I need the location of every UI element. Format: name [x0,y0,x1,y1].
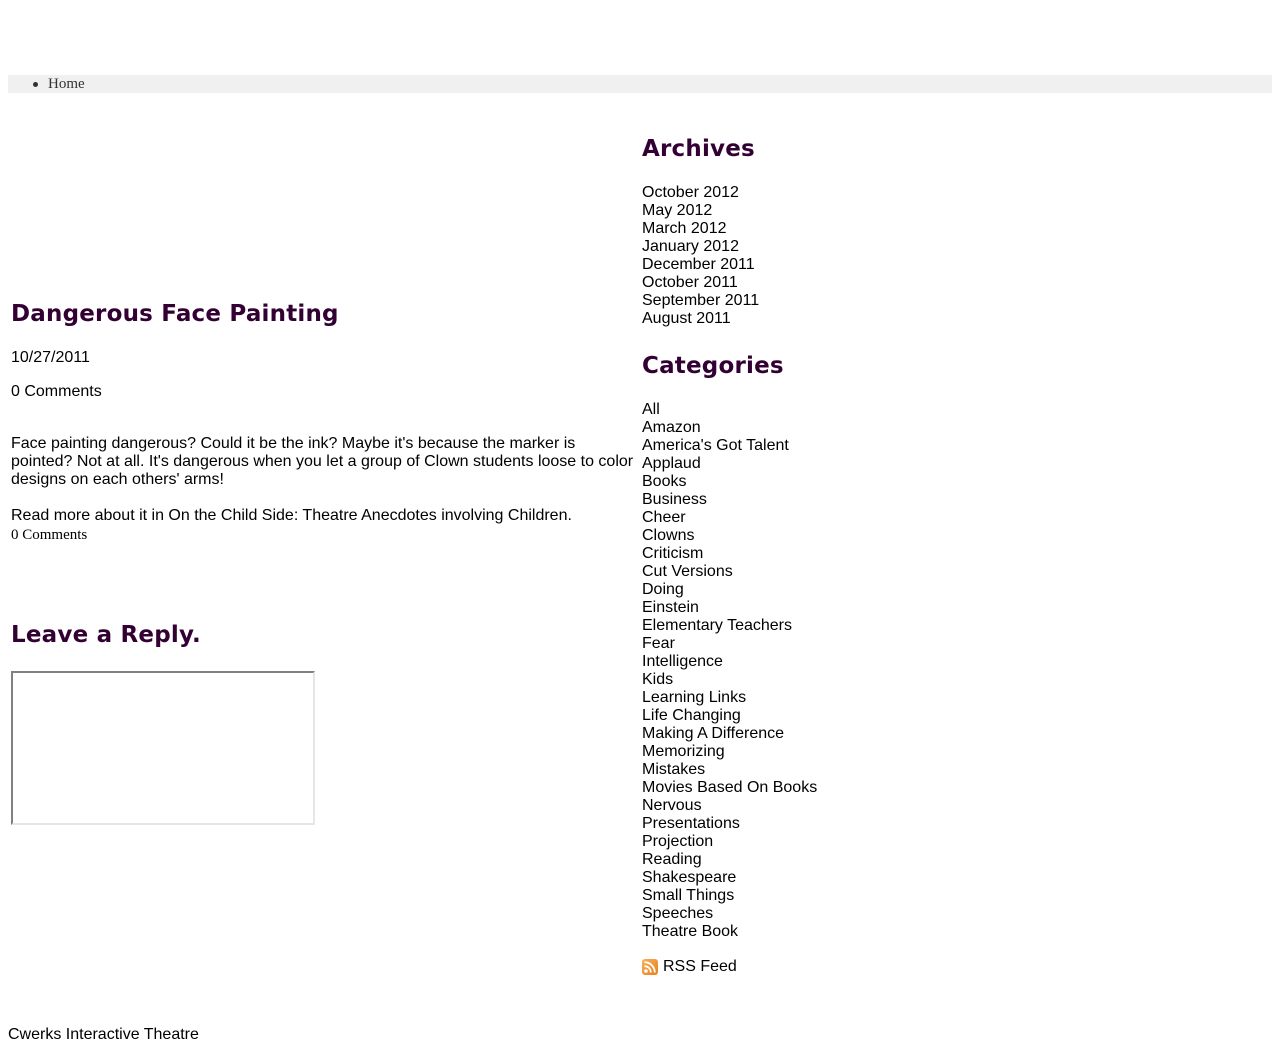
rss-feed-link[interactable]: RSS Feed [642,958,737,976]
category-link[interactable]: Amazon [642,419,817,437]
category-link[interactable]: Einstein [642,599,817,617]
category-link[interactable]: Reading [642,851,817,869]
rss-icon [642,959,658,975]
page: Home Dangerous Face Painting 10/27/2011 … [0,0,1287,1061]
category-link[interactable]: Intelligence [642,653,817,671]
category-link[interactable]: Business [642,491,817,509]
category-link[interactable]: Shakespeare [642,869,817,887]
archive-link[interactable]: October 2011 [642,274,759,292]
category-link[interactable]: Movies Based On Books [642,779,817,797]
archives-list: October 2012 May 2012 March 2012 January… [642,184,759,328]
category-link[interactable]: Learning Links [642,689,817,707]
post-date: 10/27/2011 [11,349,90,366]
category-link[interactable]: Kids [642,671,817,689]
category-link[interactable]: Books [642,473,817,491]
nav-item-home[interactable]: Home [33,75,85,93]
post-paragraph: Read more about it in On the Child Side:… [11,507,572,524]
reply-heading: Leave a Reply. [11,622,201,648]
category-link[interactable]: Cheer [642,509,817,527]
category-link[interactable]: Memorizing [642,743,817,761]
top-navigation-bar: Home [8,75,1272,93]
category-link[interactable]: Nervous [642,797,817,815]
category-link[interactable]: Making A Difference [642,725,817,743]
category-link[interactable]: Criticism [642,545,817,563]
rss-feed-label: RSS Feed [663,958,737,975]
footer-text: Cwerks Interactive Theatre [8,1026,199,1043]
post-paragraph: Face painting dangerous? Could it be the… [11,435,634,488]
archive-link[interactable]: September 2011 [642,292,759,310]
category-link[interactable]: Speeches [642,905,817,923]
category-link[interactable]: Small Things [642,887,817,905]
category-link[interactable]: Cut Versions [642,563,817,581]
category-link[interactable]: Doing [642,581,817,599]
archive-link[interactable]: August 2011 [642,310,759,328]
nav-item-label: Home [48,75,85,92]
category-link[interactable]: Presentations [642,815,817,833]
bullet-icon [33,81,38,87]
category-link[interactable]: Mistakes [642,761,817,779]
categories-heading: Categories [642,353,784,379]
category-link[interactable]: Theatre Book [642,923,817,941]
category-link[interactable]: Elementary Teachers [642,617,817,635]
category-link[interactable]: Applaud [642,455,817,473]
archive-link[interactable]: March 2012 [642,220,759,238]
category-link[interactable]: Life Changing [642,707,817,725]
post-body: Face painting dangerous? Could it be the… [11,435,639,543]
post-title[interactable]: Dangerous Face Painting [11,301,339,327]
post-comments-count[interactable]: 0 Comments [11,383,102,401]
archive-link[interactable]: October 2012 [642,184,759,202]
category-link[interactable]: Clowns [642,527,817,545]
archive-link[interactable]: December 2011 [642,256,759,274]
category-link[interactable]: Fear [642,635,817,653]
category-link[interactable]: America's Got Talent [642,437,817,455]
archive-link[interactable]: January 2012 [642,238,759,256]
categories-list: All Amazon America's Got Talent Applaud … [642,401,817,941]
category-link[interactable]: Projection [642,833,817,851]
comment-form-frame[interactable] [11,671,315,825]
archive-link[interactable]: May 2012 [642,202,759,220]
archives-heading: Archives [642,136,755,162]
comments-link[interactable]: 0 Comments [11,526,87,544]
category-link[interactable]: All [642,401,817,419]
